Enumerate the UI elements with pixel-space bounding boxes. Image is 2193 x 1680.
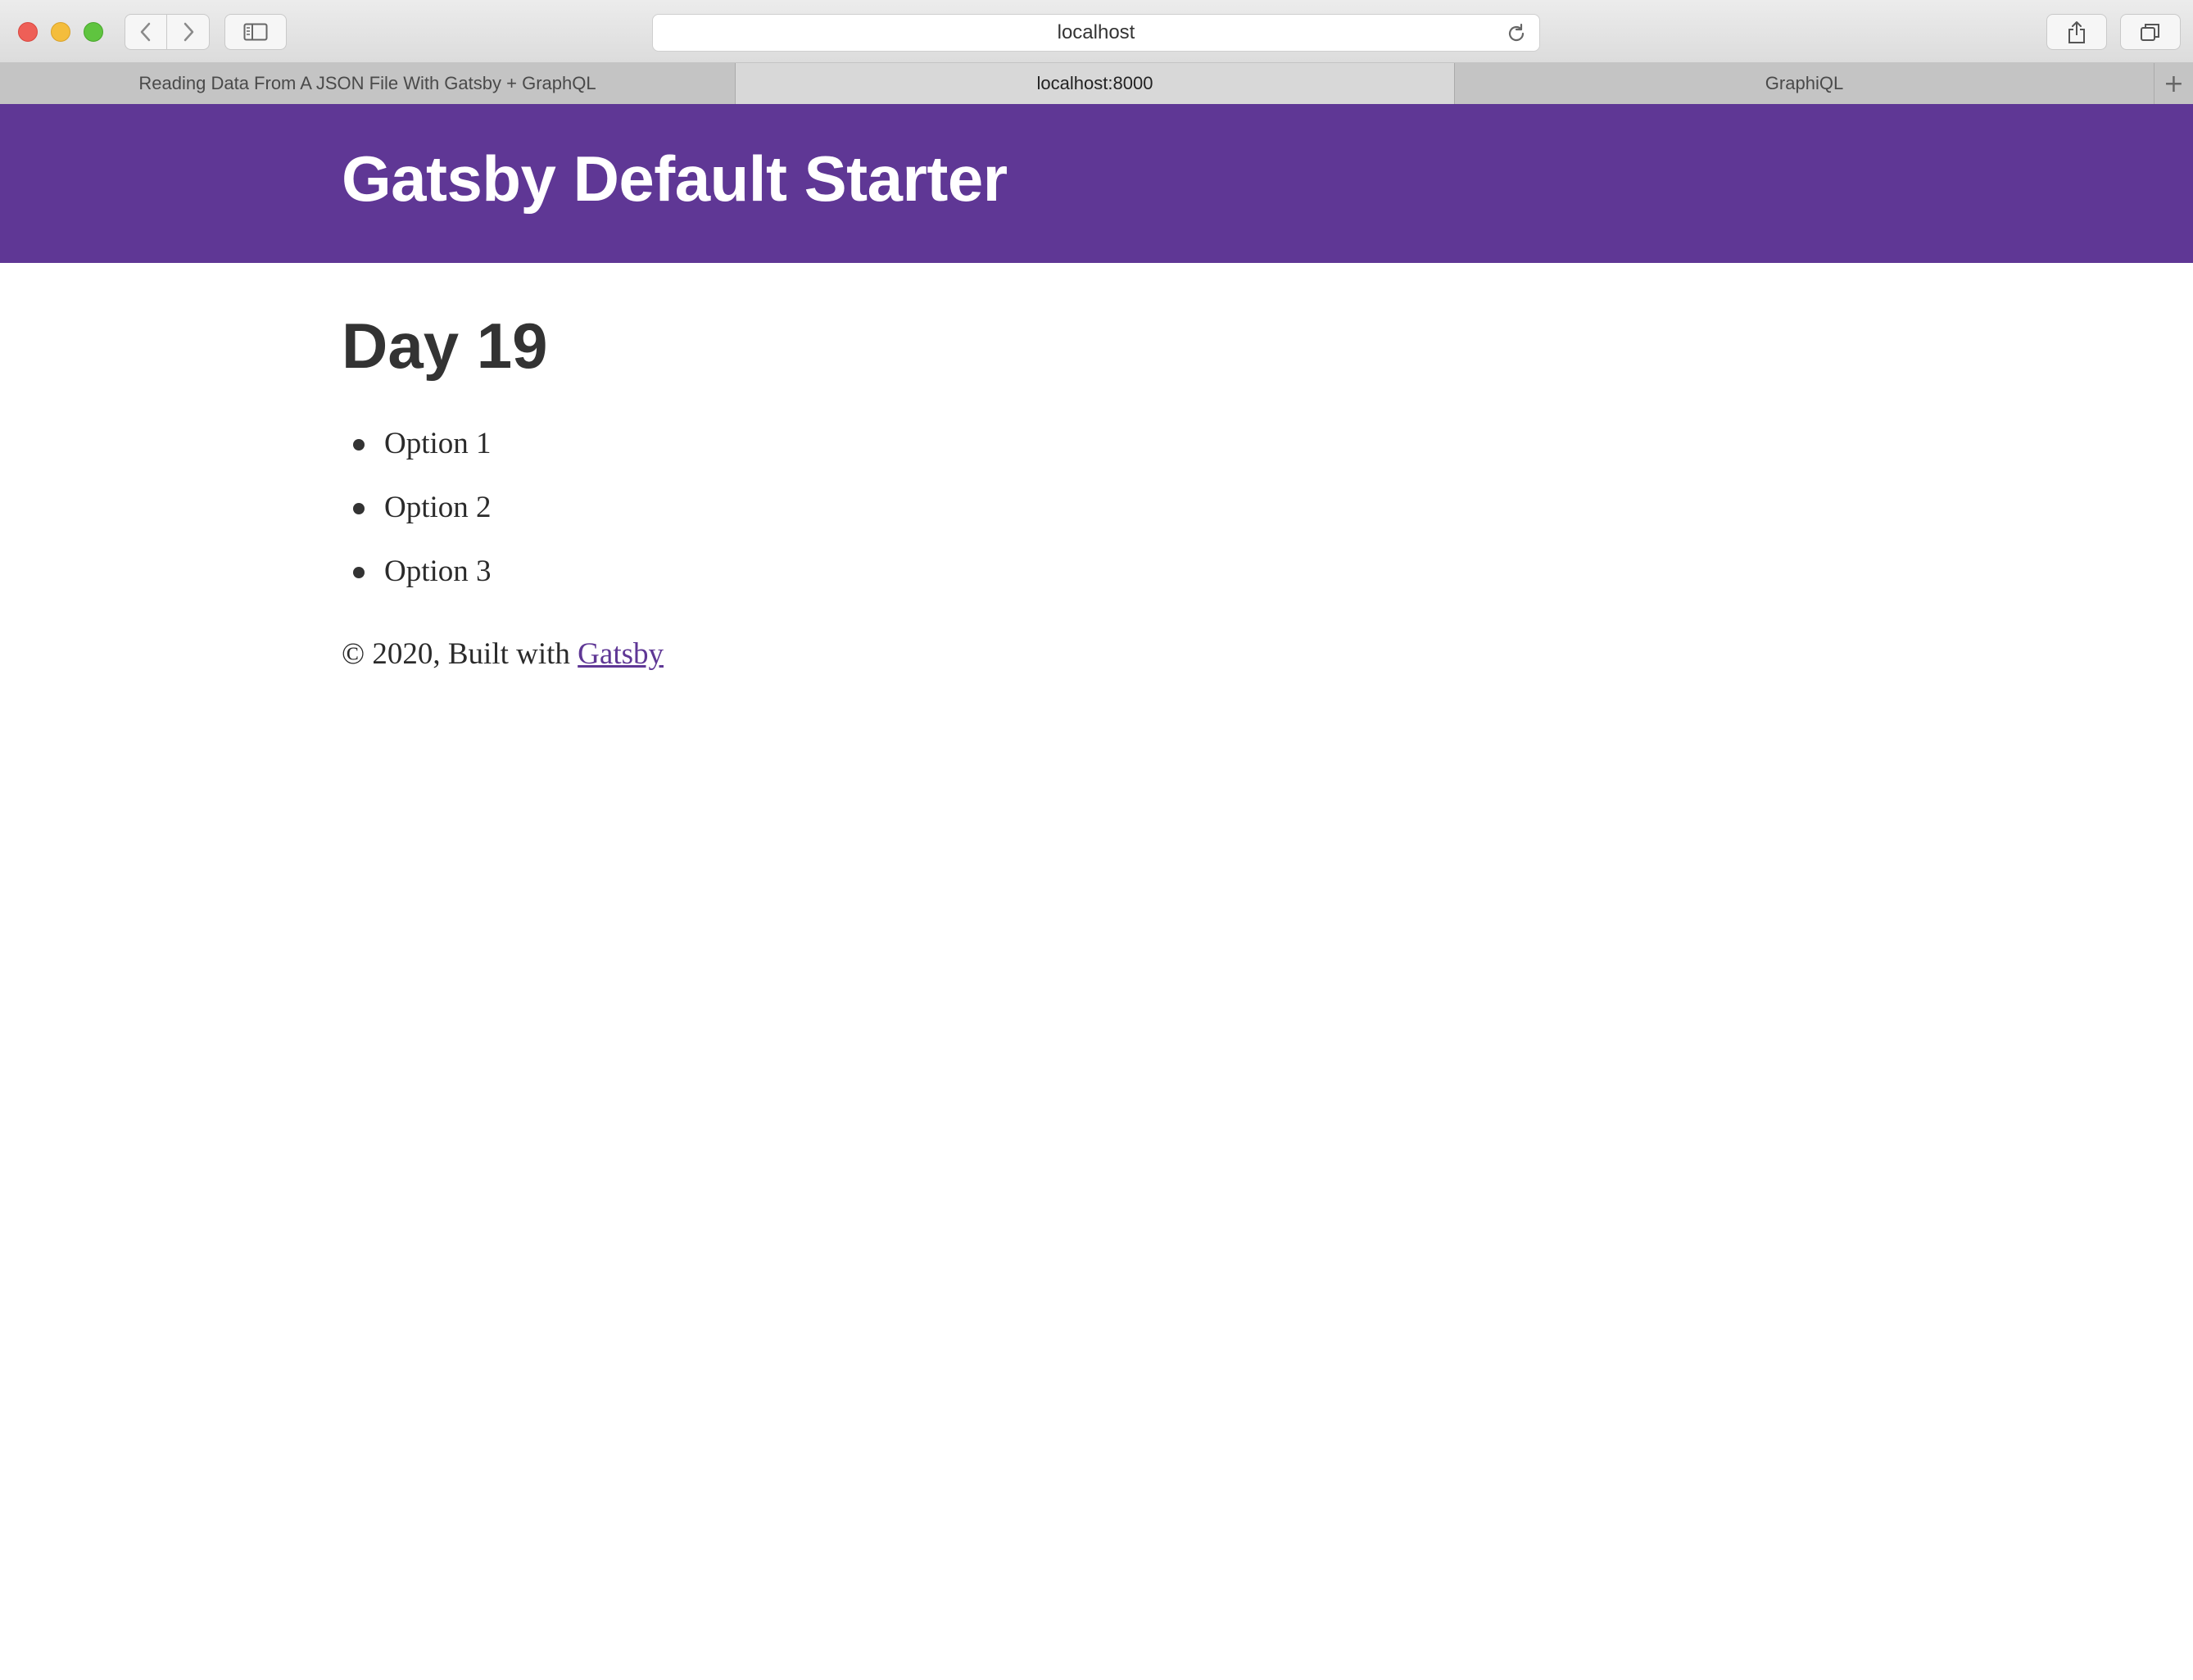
sidebar-icon (243, 23, 268, 41)
window-close-button[interactable] (18, 22, 38, 42)
browser-toolbar: localhost (0, 0, 2193, 63)
option-label: Option 3 (384, 555, 492, 588)
tabs-overview-button[interactable] (2120, 14, 2181, 50)
site-header: Gatsby Default Starter (0, 104, 2193, 263)
bullet-icon (353, 567, 365, 578)
plus-icon: + (2163, 69, 2185, 98)
chevron-right-icon (180, 21, 197, 43)
sidebar-toggle-button[interactable] (224, 14, 287, 50)
tab-localhost-active[interactable]: localhost:8000 (736, 63, 1455, 104)
share-icon (2067, 20, 2087, 44)
list-item: Option 3 (342, 550, 492, 614)
chevron-left-icon (138, 21, 154, 43)
site-title-link[interactable]: Gatsby Default Starter (342, 142, 1008, 216)
tab-label: Reading Data From A JSON File With Gatsb… (138, 73, 596, 93)
window-minimize-button[interactable] (51, 22, 70, 42)
share-button[interactable] (2046, 14, 2107, 50)
bullet-icon (353, 439, 365, 451)
tab-reading-data[interactable]: Reading Data From A JSON File With Gatsb… (0, 63, 736, 104)
tab-label: localhost:8000 (1036, 73, 1153, 93)
tab-graphiql[interactable]: GraphiQL (1455, 63, 2154, 104)
bullet-icon (353, 503, 365, 514)
tab-strip: Reading Data From A JSON File With Gatsb… (0, 63, 2193, 104)
list-item: Option 2 (342, 487, 492, 550)
window-zoom-button[interactable] (84, 22, 103, 42)
tabs-overview-icon (2140, 22, 2161, 42)
footer-text: © 2020, Built with (342, 637, 570, 671)
address-text: localhost (1057, 21, 1135, 43)
option-label: Option 2 (384, 491, 492, 524)
option-label: Option 1 (384, 427, 492, 460)
gatsby-link[interactable]: Gatsby (578, 637, 664, 671)
forward-button[interactable] (167, 14, 210, 50)
options-list: Option 1 Option 2 Option 3 (342, 423, 492, 614)
address-bar[interactable]: localhost (652, 14, 1540, 52)
tab-label: GraphiQL (1765, 73, 1844, 93)
back-button[interactable] (125, 14, 167, 50)
reload-icon[interactable] (1505, 22, 1528, 45)
site-footer: © 2020, Built with Gatsby (342, 636, 664, 672)
new-tab-button[interactable]: + (2154, 63, 2193, 104)
page-heading: Day 19 (342, 310, 548, 382)
list-item: Option 1 (342, 423, 492, 487)
